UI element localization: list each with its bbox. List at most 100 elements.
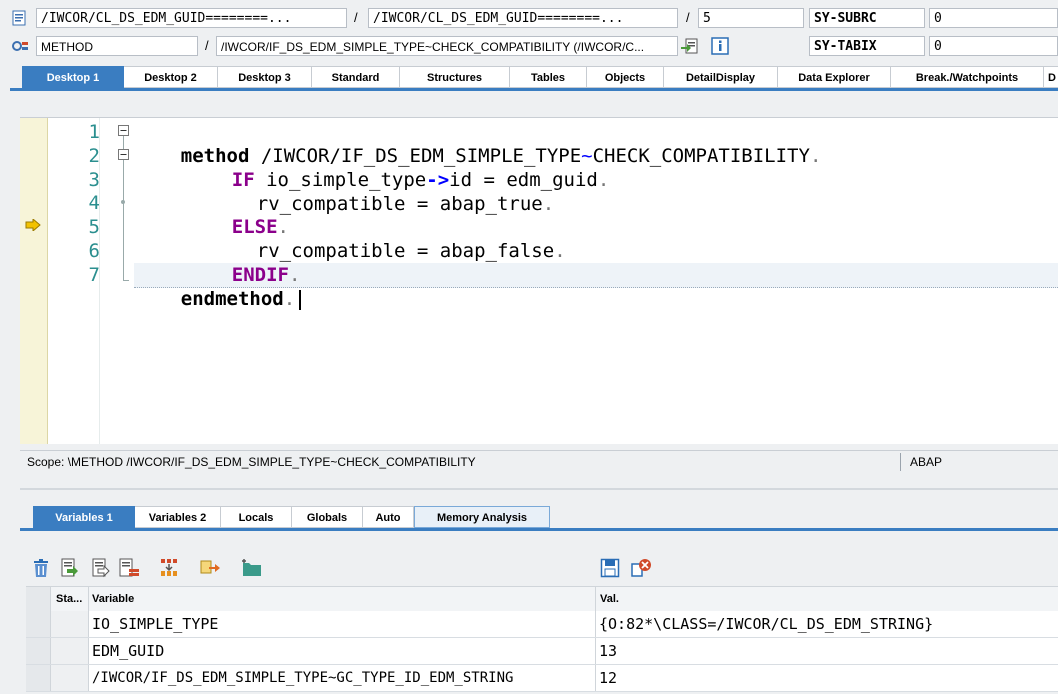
panel-splitter[interactable] (20, 488, 1058, 490)
variable-cell[interactable]: IO_SIMPLE_TYPE (92, 611, 218, 637)
tab-desktop-3[interactable]: Desktop 3 (218, 66, 312, 88)
code-line-5: rv_compatible = abap_false. (211, 215, 566, 262)
language-label: ABAP (910, 455, 943, 469)
tab-underline (10, 88, 1058, 91)
code-text: rv_compatible = abap_true (256, 193, 543, 215)
folder-icon[interactable] (241, 558, 263, 578)
save-icon[interactable] (600, 558, 620, 578)
table-header: Sta... Variable Val. (26, 586, 1058, 612)
insert-row-icon[interactable] (59, 558, 79, 578)
header-variable[interactable]: Variable (92, 587, 134, 613)
transfer-icon[interactable] (199, 558, 221, 578)
sy-tabix-label[interactable]: SY-TABIX (809, 36, 925, 56)
tab-breakpoints[interactable]: Break./Watchpoints (891, 66, 1044, 88)
table-row[interactable]: /IWCOR/IF_DS_EDM_SIMPLE_TYPE~GC_TYPE_ID_… (26, 665, 1058, 692)
cell-divider (595, 665, 596, 691)
cell-divider (595, 611, 596, 637)
collapse-icon[interactable] (118, 125, 129, 136)
tab-detail-display[interactable]: DetailDisplay (664, 66, 778, 88)
sy-tabix-value[interactable]: 0 (929, 36, 1058, 56)
editor-divider (99, 118, 100, 444)
header-value[interactable]: Val. (600, 587, 619, 613)
variables-tabbar: Variables 1 Variables 2 Locals Globals A… (33, 506, 550, 528)
row-selector-header[interactable] (26, 587, 51, 611)
value-cell[interactable]: 12 (599, 665, 617, 691)
program-icon[interactable] (11, 9, 29, 27)
separator-2: / (686, 10, 690, 25)
line-number: 7 (88, 264, 100, 286)
code-text: CHECK_COMPATIBILITY (592, 145, 810, 167)
scope-divider (900, 453, 901, 471)
source-editor[interactable]: 1 2 3 4 5 6 7 method /IWCOR/IF_DS_EDM_SI… (20, 117, 1058, 444)
row-selector[interactable] (26, 611, 51, 637)
line-number: 3 (88, 169, 100, 191)
line-number: 6 (88, 240, 100, 262)
tab-structures[interactable]: Structures (400, 66, 510, 88)
import-icon[interactable] (90, 558, 110, 578)
program-field[interactable]: /IWCOR/CL_DS_EDM_GUID========... (36, 8, 347, 28)
line-number: 5 (88, 216, 100, 238)
code-period: . (597, 169, 610, 191)
event-type-field[interactable]: METHOD (36, 36, 198, 56)
code-period: . (554, 240, 566, 262)
row-selector[interactable] (26, 638, 51, 664)
header-divider (595, 587, 596, 611)
header-divider (88, 587, 89, 611)
row-selector[interactable] (26, 665, 51, 691)
tab-objects[interactable]: Objects (587, 66, 664, 88)
tab-memory-analysis[interactable]: Memory Analysis (414, 506, 550, 528)
tab-data-explorer[interactable]: Data Explorer (778, 66, 891, 88)
sy-subrc-label[interactable]: SY-SUBRC (809, 8, 925, 28)
status-cell (51, 638, 89, 664)
tab-desktop-1[interactable]: Desktop 1 (22, 66, 124, 88)
line-number: 4 (88, 192, 100, 214)
separator-1: / (354, 10, 358, 25)
code-period: . (542, 193, 555, 215)
keyword-endmethod: endmethod (180, 288, 284, 310)
tab-tables[interactable]: Tables (510, 66, 587, 88)
table-row[interactable]: EDM_GUID 13 (26, 638, 1058, 665)
tab-auto[interactable]: Auto (363, 506, 414, 528)
code-line-1: method /IWCOR/IF_DS_EDM_SIMPLE_TYPE~CHEC… (135, 120, 822, 167)
code-line-3: rv_compatible = abap_true. (211, 168, 554, 215)
tab-variables-2[interactable]: Variables 2 (135, 506, 221, 528)
sort-icon[interactable] (159, 558, 181, 578)
line-number: 1 (88, 121, 100, 143)
delete-icon[interactable] (31, 558, 51, 578)
code-line-2: IF io_simple_type->id = edm_guid. (186, 144, 610, 191)
header-status[interactable]: Sta... (56, 587, 82, 613)
navigate-icon[interactable] (681, 38, 699, 54)
table-row[interactable]: IO_SIMPLE_TYPE {O:82*\CLASS=/IWCOR/CL_DS… (26, 611, 1058, 638)
variable-cell[interactable]: /IWCOR/IF_DS_EDM_SIMPLE_TYPE~GC_TYPE_ID_… (92, 665, 513, 691)
scope-label: Scope: \METHOD /IWCOR/IF_DS_EDM_SIMPLE_T… (27, 455, 476, 469)
collapse-icon[interactable] (118, 149, 129, 160)
code-period: . (809, 145, 822, 167)
code-text: rv_compatible = abap_false (256, 240, 555, 262)
info-icon[interactable] (711, 37, 729, 55)
line-number: 2 (88, 145, 100, 167)
tab-desktop-2[interactable]: Desktop 2 (124, 66, 218, 88)
tab-globals[interactable]: Globals (292, 506, 363, 528)
tab-more[interactable]: D (1044, 66, 1058, 88)
tab-variables-1[interactable]: Variables 1 (33, 506, 135, 528)
code-line-7: endmethod. (135, 263, 302, 310)
scope-bar: Scope: \METHOD /IWCOR/IF_DS_EDM_SIMPLE_T… (20, 450, 1058, 475)
value-cell[interactable]: {O:82*\CLASS=/IWCOR/CL_DS_EDM_STRING} (599, 611, 933, 637)
line-field[interactable]: 5 (698, 8, 804, 28)
code-line-6: ENDIF. (186, 239, 301, 286)
event-icon (12, 41, 28, 51)
separator-3: / (205, 38, 209, 53)
tab-standard[interactable]: Standard (312, 66, 400, 88)
status-cell (51, 665, 89, 691)
reset-icon[interactable] (630, 558, 652, 578)
event-name-field[interactable]: /IWCOR/IF_DS_EDM_SIMPLE_TYPE~CHECK_COMPA… (216, 36, 678, 56)
fold-node (121, 200, 125, 204)
tab-underline-2 (20, 528, 1058, 531)
value-cell[interactable]: 13 (599, 638, 617, 664)
variable-cell[interactable]: EDM_GUID (92, 638, 164, 664)
tab-locals[interactable]: Locals (221, 506, 292, 528)
sy-subrc-value[interactable]: 0 (929, 8, 1058, 28)
export-icon[interactable] (118, 558, 140, 578)
code-line-4: ELSE. (186, 191, 289, 238)
include-field[interactable]: /IWCOR/CL_DS_EDM_GUID========... (368, 8, 678, 28)
